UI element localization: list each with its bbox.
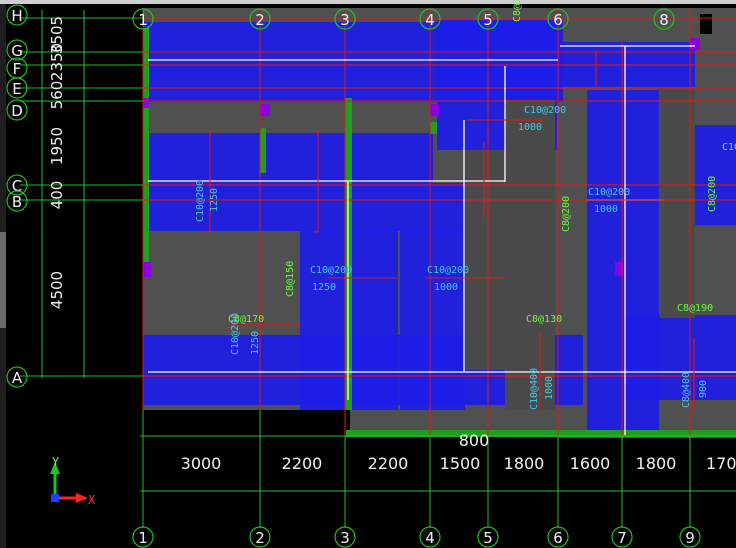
svg-text:5: 5 bbox=[483, 11, 493, 29]
svg-text:2: 2 bbox=[255, 11, 265, 29]
dim-text: 1800 bbox=[504, 454, 545, 473]
ucs-icon: Y X bbox=[50, 455, 96, 507]
rebar-note: C8@400 bbox=[681, 372, 692, 408]
rebar-note: C10@200 bbox=[524, 105, 566, 116]
dim-text: 2200 bbox=[368, 454, 409, 473]
dim-text-overall: 800 bbox=[459, 431, 490, 450]
purple-mark bbox=[430, 104, 439, 116]
dim-text: 1500 bbox=[440, 454, 481, 473]
gray-patch bbox=[465, 150, 505, 370]
grid-bubble-row[interactable]: H bbox=[6, 4, 28, 26]
rebar-note: C10@200 bbox=[310, 265, 352, 276]
rebar-note: C10@200 bbox=[427, 265, 469, 276]
rebar-label: C8@130 bbox=[526, 314, 562, 325]
grid-bubble-row[interactable]: D bbox=[6, 99, 28, 121]
dim-text-vertical: 4500 bbox=[48, 271, 66, 309]
rebar-note: 1000 bbox=[518, 122, 542, 133]
ucs-x-label: X bbox=[88, 493, 96, 507]
dim-text: 3000 bbox=[181, 454, 222, 473]
dim-text: 1600 bbox=[570, 454, 611, 473]
dim-text-vertical: 560 bbox=[48, 81, 66, 110]
rebar-note: C10@200 bbox=[588, 187, 630, 198]
svg-text:2: 2 bbox=[255, 529, 265, 547]
svg-text:4: 4 bbox=[425, 11, 435, 29]
svg-text:6: 6 bbox=[553, 11, 563, 29]
dim-text: 2200 bbox=[282, 454, 323, 473]
grid-bubble-row[interactable]: B bbox=[6, 190, 28, 212]
grid-bubble-row[interactable]: G bbox=[6, 39, 28, 61]
rebar-note: C10@400 bbox=[529, 368, 540, 410]
purple-mark bbox=[143, 98, 149, 108]
dim-text: 1700 bbox=[706, 454, 736, 473]
green-beam bbox=[430, 122, 437, 134]
rebar-note: 1000 bbox=[594, 204, 618, 215]
blue-panel-layer bbox=[143, 20, 736, 435]
svg-text:H: H bbox=[11, 7, 22, 25]
dim-text-vertical: 2350 bbox=[48, 43, 66, 81]
cad-drawing-canvas[interactable]: 1 2 3 4 5 6 8 1 2 3 4 5 6 7 9 H G F E D … bbox=[0, 0, 736, 548]
svg-text:B: B bbox=[12, 193, 22, 211]
grid-bubble-row[interactable]: A bbox=[6, 366, 28, 388]
grid-bubble-bottom[interactable]: 5 bbox=[477, 526, 499, 548]
rebar-label: C8@150 bbox=[285, 261, 296, 297]
rebar-label: C8@190 bbox=[677, 303, 713, 314]
purple-mark bbox=[260, 104, 270, 116]
grid-bubble-bottom[interactable]: 7 bbox=[611, 526, 633, 548]
grid-bubble-bottom[interactable]: 2 bbox=[249, 526, 271, 548]
bottom-axis-bubbles: 1 2 3 4 5 6 7 9 bbox=[132, 526, 701, 548]
rebar-note: 900 bbox=[698, 380, 709, 398]
row-axis-bubbles: H G F E D C B A bbox=[6, 4, 28, 388]
grid-bubble-bottom[interactable]: 4 bbox=[419, 526, 441, 548]
purple-mark bbox=[690, 38, 700, 50]
dim-text-vertical: 400 bbox=[48, 181, 66, 210]
rebar-label: C8@200 bbox=[512, 0, 523, 22]
green-beam bbox=[260, 128, 266, 173]
svg-text:G: G bbox=[11, 42, 23, 60]
svg-text:3: 3 bbox=[340, 11, 350, 29]
svg-text:1: 1 bbox=[138, 11, 148, 29]
svg-text:F: F bbox=[13, 60, 22, 78]
rebar-label: C8@170 bbox=[228, 314, 264, 325]
grid-bubble-bottom[interactable]: 6 bbox=[547, 526, 569, 548]
svg-text:7: 7 bbox=[617, 529, 627, 547]
rebar-label: C10 bbox=[722, 142, 736, 153]
dim-text-vertical: 1950 bbox=[48, 127, 66, 165]
grid-bubble-bottom[interactable]: 9 bbox=[679, 526, 701, 548]
svg-text:E: E bbox=[12, 80, 21, 98]
rebar-note: 1250 bbox=[209, 188, 220, 212]
rebar-note: 1000 bbox=[434, 282, 458, 293]
gray-patch bbox=[505, 100, 555, 410]
blue-panel bbox=[143, 133, 433, 183]
rebar-note: 1250 bbox=[312, 282, 336, 293]
svg-text:4: 4 bbox=[425, 529, 435, 547]
left-dimension-text: 3505 2350 560 1950 400 4500 bbox=[48, 16, 66, 309]
svg-text:A: A bbox=[12, 369, 23, 387]
purple-mark bbox=[143, 262, 151, 277]
rebar-label: C8@200 bbox=[707, 176, 718, 212]
svg-text:3: 3 bbox=[340, 529, 350, 547]
grid-bubble-bottom[interactable]: 1 bbox=[132, 526, 154, 548]
dim-text: 1800 bbox=[636, 454, 677, 473]
svg-text:9: 9 bbox=[685, 529, 695, 547]
rebar-note: 1250 bbox=[250, 331, 261, 355]
grid-bubble-bottom[interactable]: 3 bbox=[334, 526, 356, 548]
rebar-note: 1000 bbox=[544, 376, 555, 400]
rebar-note: C10@200 bbox=[195, 180, 206, 222]
svg-text:1: 1 bbox=[138, 529, 148, 547]
grid-bubble-row[interactable]: F bbox=[6, 57, 28, 79]
rebar-label: C8@200 bbox=[561, 196, 572, 232]
block-marker bbox=[700, 14, 712, 34]
ucs-y-label: Y bbox=[52, 455, 60, 469]
svg-text:8: 8 bbox=[659, 11, 669, 29]
svg-text:5: 5 bbox=[483, 529, 493, 547]
green-beam bbox=[143, 28, 149, 268]
svg-text:D: D bbox=[11, 102, 23, 120]
svg-text:6: 6 bbox=[553, 529, 563, 547]
